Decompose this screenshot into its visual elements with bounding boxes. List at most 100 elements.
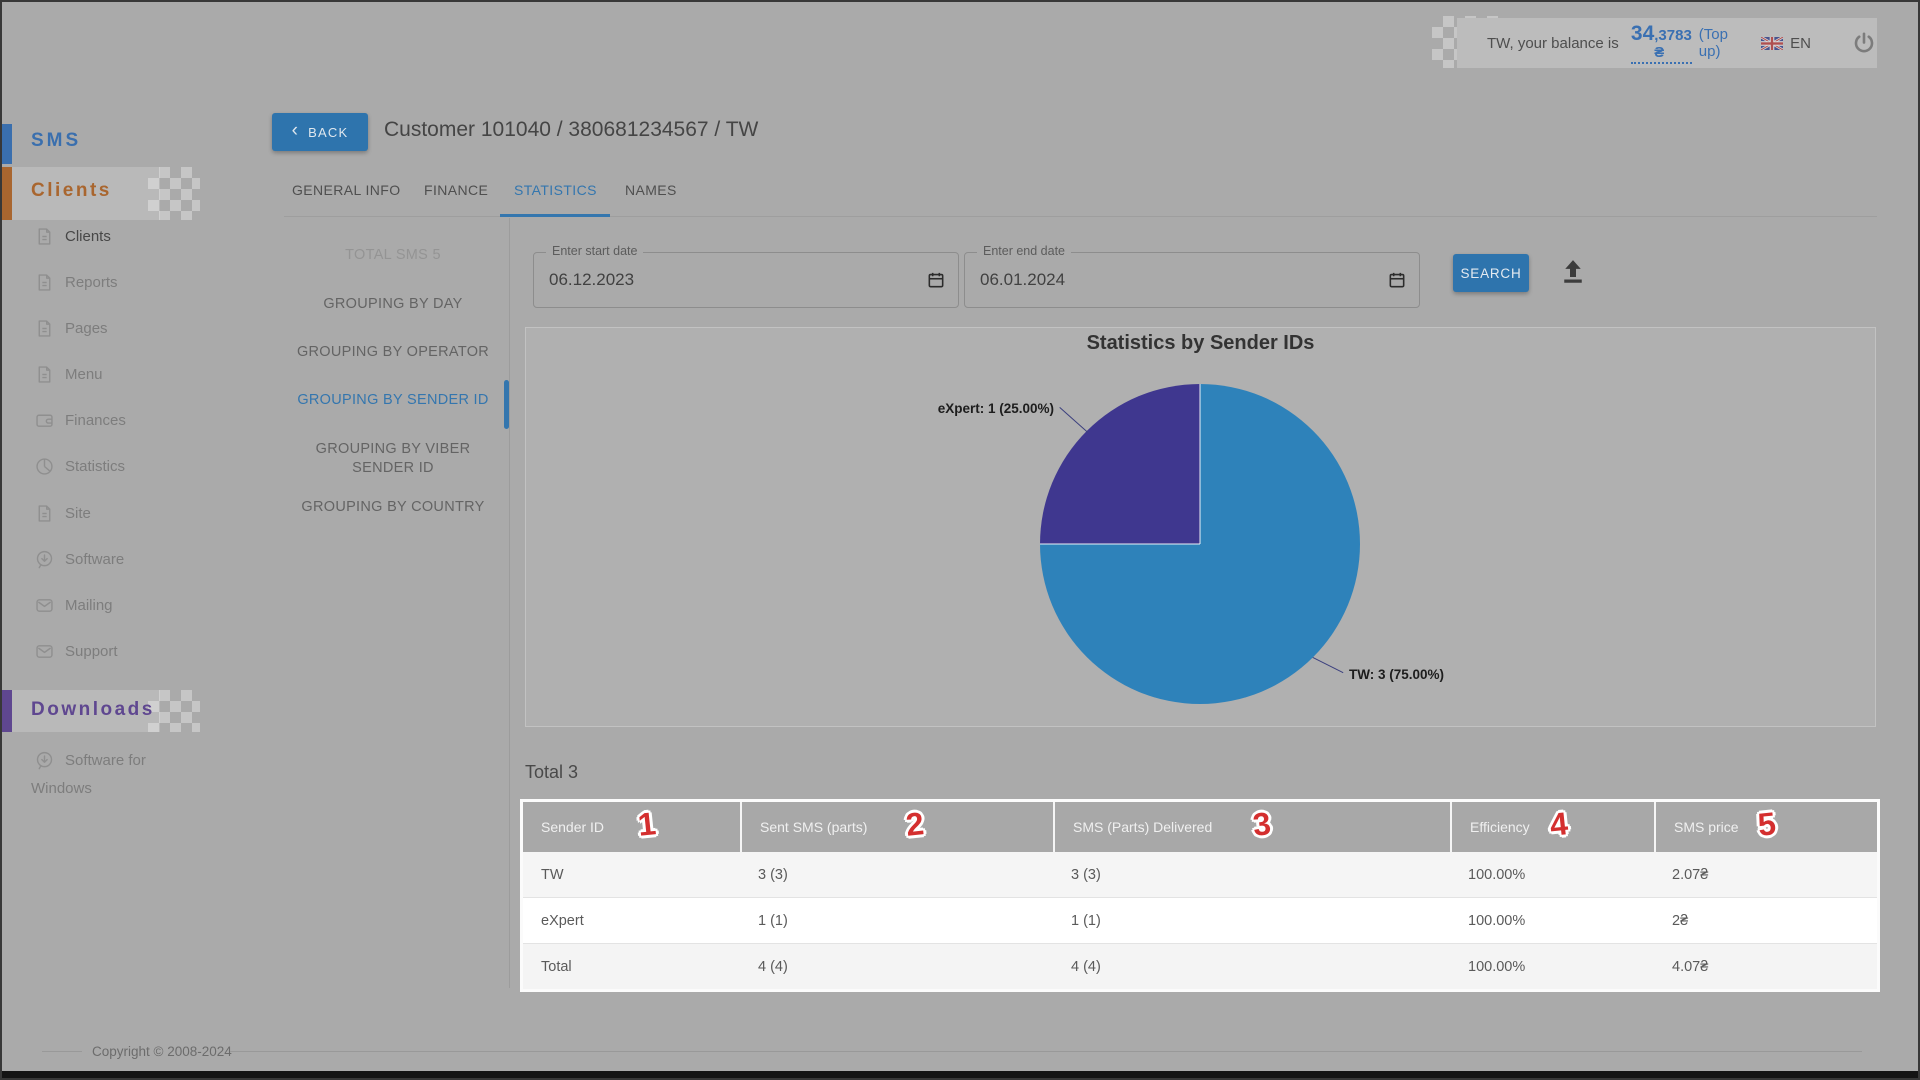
subnav-grouping-by-country[interactable]: GROUPING BY COUNTRY (287, 499, 499, 515)
start-date-value[interactable]: 06.12.2023 (549, 270, 634, 290)
top-up-link[interactable]: (Top up) (1699, 26, 1737, 60)
balance-box: TW, your balance is 34,3783 ₴ (Top up) E… (1457, 18, 1877, 68)
sidebar-item-software[interactable]: Software (2, 536, 232, 582)
wallet-icon (34, 410, 55, 431)
uk-flag-icon[interactable] (1761, 37, 1783, 50)
subnav-grouping-by-sender-id[interactable]: GROUPING BY SENDER ID (287, 392, 499, 408)
pie-slice-divider (1040, 543, 1200, 545)
calendar-icon[interactable] (926, 270, 946, 290)
sidebar-item-clients[interactable]: Clients (2, 213, 232, 259)
export-icon[interactable] (1558, 257, 1588, 287)
balance-value[interactable]: 34,3783 ₴ (1631, 22, 1692, 64)
sidebar-item-label: Menu (65, 366, 103, 383)
sidebar-item-label: Clients (65, 228, 111, 245)
calendar-icon[interactable] (1387, 270, 1407, 290)
sidebar-item-label: Site (65, 505, 91, 522)
cell-efficiency: 100.00% (1450, 852, 1654, 897)
mosaic-pattern (148, 690, 200, 732)
search-button[interactable]: SEARCH (1453, 254, 1529, 292)
callout-5: 5 (1756, 805, 1778, 844)
sms-accent-bar (2, 124, 12, 164)
sidebar-section-downloads[interactable]: Downloads (31, 699, 155, 721)
tab-statistics[interactable]: STATISTICS (514, 182, 597, 206)
sidebar-item-label: Pages (65, 320, 108, 337)
sidebar-item-reports[interactable]: Reports (2, 259, 232, 305)
sidebar-section-sms[interactable]: SMS (31, 130, 81, 152)
table-row: eXpert 1 (1) 1 (1) 100.00% 2₴ (523, 897, 1877, 943)
pie-slice-divider (1199, 384, 1201, 544)
pie-chart-icon (34, 456, 55, 477)
language-selector[interactable]: EN (1790, 35, 1811, 52)
tab-finance[interactable]: FINANCE (424, 182, 488, 206)
subnav-grouping-by-viber-sender-id[interactable]: GROUPING BY VIBER SENDER ID (312, 440, 474, 478)
back-button[interactable]: ‹ BACK (272, 113, 368, 151)
tab-general-info[interactable]: GENERAL INFO (292, 182, 401, 206)
cell-sender-id: eXpert (523, 898, 740, 943)
cell-efficiency: 100.00% (1450, 898, 1654, 943)
back-label: BACK (308, 125, 348, 140)
sidebar-item-mailing[interactable]: Mailing (2, 582, 232, 628)
active-tab-underline (500, 214, 610, 217)
balance-prefix: TW, your balance is (1487, 35, 1623, 52)
end-date-label: Enter end date (977, 244, 1071, 258)
download-bubble-icon (34, 750, 55, 771)
table-row: TW 3 (3) 3 (3) 100.00% 2.07₴ (523, 852, 1877, 897)
end-date-field[interactable]: Enter end date 06.01.2024 (964, 252, 1420, 308)
content-divider (509, 218, 510, 988)
callout-2: 2 (904, 805, 926, 844)
cell-sms-price: 4.07₴ (1654, 944, 1877, 989)
sidebar-item-label: Windows (31, 780, 92, 797)
document-icon (34, 364, 55, 385)
start-date-field[interactable]: Enter start date 06.12.2023 (533, 252, 959, 308)
start-date-label: Enter start date (546, 244, 643, 258)
subnav-grouping-by-operator[interactable]: GROUPING BY OPERATOR (287, 344, 499, 360)
balance-integer: 34 (1631, 22, 1654, 46)
tab-names[interactable]: NAMES (625, 182, 677, 206)
envelope-icon (34, 595, 55, 616)
sidebar-item-label: Reports (65, 274, 118, 291)
footer-divider (42, 1051, 82, 1052)
power-icon[interactable] (1851, 30, 1877, 56)
cell-sent-sms: 1 (1) (740, 898, 1053, 943)
subnav-total-sms: TOTAL SMS 5 (287, 247, 499, 263)
cell-sender-id: TW (523, 852, 740, 897)
sender-stats-table: Sender ID Sent SMS (parts) SMS (Parts) D… (520, 799, 1880, 992)
pie-label-expert: eXpert: 1 (25.00%) (922, 401, 1054, 416)
chevron-left-icon: ‹ (292, 120, 300, 142)
table-row-total: Total 4 (4) 4 (4) 100.00% 4.07₴ (523, 943, 1877, 989)
cell-sent-sms: 4 (4) (740, 944, 1053, 989)
subnav-grouping-by-day[interactable]: GROUPING BY DAY (287, 296, 499, 312)
sidebar-item-menu[interactable]: Menu (2, 351, 232, 397)
sidebar-item-finances[interactable]: Finances (2, 397, 232, 443)
downloads-accent-bar (2, 690, 12, 732)
cell-efficiency: 100.00% (1450, 944, 1654, 989)
cell-delivered: 4 (4) (1053, 944, 1450, 989)
envelope-icon (34, 641, 55, 662)
pie-label-tw: TW: 3 (75.00%) (1349, 667, 1444, 682)
sidebar-item-software-for-windows[interactable]: Software for Windows (2, 742, 232, 806)
column-header-sent-sms[interactable]: Sent SMS (parts) (740, 802, 1053, 852)
document-icon (34, 226, 55, 247)
callout-4: 4 (1548, 805, 1570, 844)
column-header-sender-id[interactable]: Sender ID (523, 802, 740, 852)
footer-divider (230, 1051, 1862, 1052)
callout-1: 1 (636, 805, 658, 844)
balance-fraction: ,3783 ₴ (1654, 27, 1692, 61)
cell-sender-id: Total (523, 944, 740, 989)
document-icon (34, 318, 55, 339)
document-icon (34, 272, 55, 293)
sidebar-item-label: Mailing (65, 597, 113, 614)
sidebar-item-statistics[interactable]: Statistics (2, 443, 232, 489)
cell-delivered: 3 (3) (1053, 852, 1450, 897)
sidebar-item-pages[interactable]: Pages (2, 305, 232, 351)
table-header-row: Sender ID Sent SMS (parts) SMS (Parts) D… (523, 802, 1877, 852)
sidebar-item-label: Software (65, 551, 124, 568)
sidebar-section-clients[interactable]: Clients (31, 180, 112, 202)
cell-delivered: 1 (1) (1053, 898, 1450, 943)
cell-sms-price: 2.07₴ (1654, 852, 1877, 897)
end-date-value[interactable]: 06.01.2024 (980, 270, 1065, 290)
sidebar-item-label: Software for (65, 752, 146, 769)
sidebar-item-site[interactable]: Site (2, 490, 232, 536)
cell-sms-price: 2₴ (1654, 898, 1877, 943)
sidebar-item-support[interactable]: Support (2, 628, 232, 674)
